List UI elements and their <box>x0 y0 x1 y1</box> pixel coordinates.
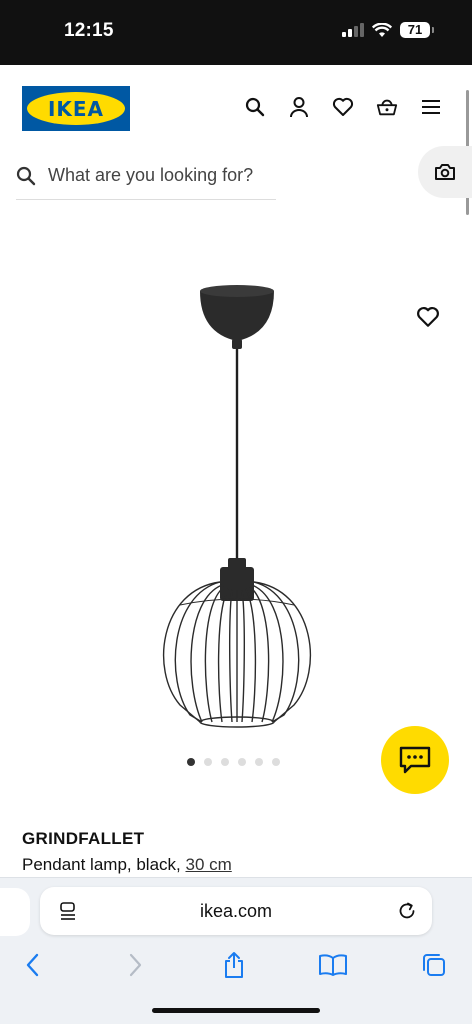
heart-icon <box>417 307 439 327</box>
heart-icon[interactable] <box>332 96 354 118</box>
search-icon <box>16 165 38 187</box>
image-carousel-dots <box>187 758 280 766</box>
search-input[interactable] <box>48 165 276 186</box>
wifi-icon <box>372 22 392 37</box>
browser-nav <box>0 950 472 980</box>
carousel-dot[interactable] <box>204 758 212 766</box>
status-bar: 12:15 71 <box>0 0 472 65</box>
product-type: Pendant lamp, black, <box>22 855 186 874</box>
forward-icon[interactable] <box>120 950 150 980</box>
basket-icon[interactable] <box>376 96 398 118</box>
product-size-link[interactable]: 30 cm <box>185 855 231 874</box>
carousel-dot[interactable] <box>221 758 229 766</box>
search-bar <box>16 152 276 200</box>
tabs-icon[interactable] <box>419 950 449 980</box>
product-name: GRINDFALLET <box>22 829 145 848</box>
add-to-wishlist-button[interactable] <box>416 306 440 330</box>
status-indicators: 71 <box>342 22 434 38</box>
search-icon[interactable] <box>244 96 266 118</box>
logo-text: IKEA <box>47 96 105 121</box>
url-text: ikea.com <box>199 901 273 921</box>
product-description: Pendant lamp, black, 30 cm <box>22 855 232 875</box>
carousel-dot[interactable] <box>238 758 246 766</box>
browser-toolbar: ikea.com <box>0 877 472 1024</box>
lamp-illustration <box>162 285 312 728</box>
user-icon[interactable] <box>288 96 310 118</box>
camera-icon <box>435 164 455 180</box>
chat-button[interactable] <box>381 726 449 794</box>
share-icon[interactable] <box>219 950 249 980</box>
address-bar[interactable]: ikea.com <box>40 887 432 935</box>
carousel-dot[interactable] <box>255 758 263 766</box>
home-indicator <box>152 1008 320 1013</box>
status-time: 12:15 <box>64 20 114 41</box>
chat-icon <box>399 746 431 774</box>
visual-search-button[interactable] <box>418 146 472 198</box>
bookmarks-icon[interactable] <box>318 950 348 980</box>
logo-oval: IKEA <box>27 92 125 125</box>
carousel-dot[interactable] <box>187 758 195 766</box>
menu-icon[interactable] <box>420 96 442 118</box>
back-icon[interactable] <box>18 950 48 980</box>
previous-tab-peek[interactable] <box>0 888 30 936</box>
header-actions <box>244 96 442 118</box>
carousel-dot[interactable] <box>272 758 280 766</box>
battery-indicator: 71 <box>400 22 434 38</box>
product-image[interactable] <box>140 275 330 745</box>
reload-icon[interactable] <box>396 900 418 922</box>
ikea-logo[interactable]: IKEA <box>22 86 130 131</box>
cellular-signal-icon <box>342 23 364 37</box>
